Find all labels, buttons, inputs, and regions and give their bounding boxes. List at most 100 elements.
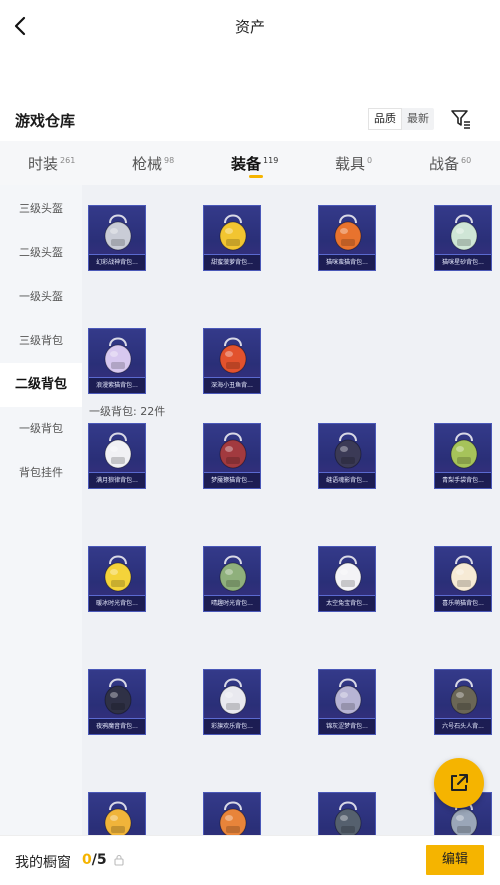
item-name: 缝语魂影背包...	[319, 472, 375, 488]
backpack-icon	[104, 337, 132, 374]
tab-vehicles[interactable]: 载具 0	[335, 153, 372, 174]
backpack-item-card[interactable]: 锦灰涩梦背包...	[318, 669, 376, 735]
active-tab-indicator	[249, 175, 263, 178]
bottom-bar: 我的橱窗 0/5 编辑	[0, 835, 500, 885]
backpack-item-card[interactable]: 青梨手袋背包...	[434, 423, 492, 489]
backpack-icon	[334, 432, 362, 469]
item-name: 满月狼律背包...	[89, 472, 145, 488]
showcase-count-current: 0	[82, 852, 92, 868]
tab-count: 261	[60, 156, 76, 165]
backpack-icon	[219, 678, 247, 715]
category-tabs: 时装 261 枪械 98 装备 119 载具 0 战备 60	[0, 141, 500, 185]
backpack-item-card[interactable]: 浪漫紫猫背包...	[88, 328, 146, 394]
backpack-icon	[104, 678, 132, 715]
tab-supplies[interactable]: 战备 60	[429, 153, 471, 174]
backpack-icon	[219, 801, 247, 835]
item-name: 浪漫紫猫背包...	[89, 377, 145, 393]
backpack-icon	[334, 678, 362, 715]
filter-button[interactable]	[450, 108, 472, 130]
backpack-item-card[interactable]	[88, 792, 146, 835]
sort-toggle: 品质 最新	[368, 108, 434, 130]
sidebar-item-backpack-lv2[interactable]: 二级背包	[0, 363, 82, 407]
backpack-icon	[334, 214, 362, 251]
showcase-count: 0/5	[82, 852, 107, 868]
tab-label: 枪械	[132, 155, 163, 173]
warehouse-title: 游戏仓库	[15, 112, 76, 130]
showcase-count-total: /5	[91, 852, 107, 868]
backpack-item-card[interactable]: 太空兔宝背包...	[318, 546, 376, 612]
backpack-icon	[219, 432, 247, 469]
backpack-icon	[450, 678, 478, 715]
tab-equipment[interactable]: 装备 119	[231, 153, 278, 178]
backpack-icon	[219, 337, 247, 374]
sidebar-item-helmet-lv3[interactable]: 三级头盔	[0, 187, 82, 231]
backpack-icon	[450, 432, 478, 469]
page-title: 资产	[234, 18, 265, 36]
sidebar-item-backpack-lv1[interactable]: 一级背包	[0, 407, 82, 451]
backpack-icon	[104, 432, 132, 469]
item-name: 太空兔宝背包...	[319, 595, 375, 611]
backpack-icon	[450, 214, 478, 251]
backpack-item-card[interactable]: 幻彩战神背包...	[88, 205, 146, 271]
sort-option-latest[interactable]: 最新	[402, 108, 434, 130]
backpack-item-card[interactable]: 甜蜜菠萝背包...	[203, 205, 261, 271]
item-name: 猫咪星砂背包...	[435, 254, 491, 270]
item-name: 暖冰时光背包...	[89, 595, 145, 611]
share-external-icon	[451, 774, 468, 791]
backpack-item-card[interactable]: 深海小丑鱼背...	[203, 328, 261, 394]
edit-button[interactable]: 编辑	[426, 845, 484, 875]
item-name: 六号石头人背...	[435, 718, 491, 734]
sort-option-quality[interactable]: 品质	[368, 108, 402, 130]
sidebar-item-backpack-lv3[interactable]: 三级背包	[0, 319, 82, 363]
backpack-icon	[334, 555, 362, 592]
item-name: 彩旗欢乐背包...	[204, 718, 260, 734]
showcase-label: 我的橱窗	[15, 855, 71, 871]
top-bar: 资产	[0, 0, 500, 52]
backpack-item-card[interactable]: 晴趣时光背包...	[203, 546, 261, 612]
tab-label: 载具	[335, 155, 366, 173]
backpack-icon	[334, 801, 362, 835]
section-label-backpack-lv1: 一级背包: 22件	[89, 405, 166, 418]
backpack-item-card[interactable]: 夜鸦魔音背包...	[88, 669, 146, 735]
backpack-item-card[interactable]: 缝语魂影背包...	[318, 423, 376, 489]
tab-count: 0	[367, 156, 373, 165]
item-name: 梦魇獠猫背包...	[204, 472, 260, 488]
backpack-icon	[104, 555, 132, 592]
tab-label: 装备	[231, 155, 262, 173]
tab-weapons[interactable]: 枪械 98	[132, 153, 174, 174]
tab-label: 战备	[429, 155, 460, 173]
item-name: 锦灰涩梦背包...	[319, 718, 375, 734]
tab-label: 时装	[28, 155, 59, 173]
item-name: 甜蜜菠萝背包...	[204, 254, 260, 270]
item-name: 晴趣时光背包...	[204, 595, 260, 611]
item-name: 青梨手袋背包...	[435, 472, 491, 488]
item-name: 猫咪蛮猫背包...	[319, 254, 375, 270]
backpack-item-card[interactable]: 六号石头人背...	[434, 669, 492, 735]
sidebar-item-backpack-charms[interactable]: 背包挂件	[0, 451, 82, 495]
backpack-item-card[interactable]: 暖冰时光背包...	[88, 546, 146, 612]
backpack-icon	[450, 555, 478, 592]
lock-icon	[114, 854, 124, 866]
backpack-item-card[interactable]: 喜乐萌猫背包...	[434, 546, 492, 612]
backpack-item-card[interactable]: 梦魇獠猫背包...	[203, 423, 261, 489]
sidebar-item-helmet-lv1[interactable]: 一级头盔	[0, 275, 82, 319]
item-name: 夜鸦魔音背包...	[89, 718, 145, 734]
backpack-item-card[interactable]: 猫咪星砂背包...	[434, 205, 492, 271]
backpack-icon	[104, 214, 132, 251]
tab-count: 98	[164, 156, 175, 165]
backpack-item-card[interactable]: 猫咪蛮猫背包...	[318, 205, 376, 271]
tab-fashion[interactable]: 时装 261	[28, 153, 75, 174]
share-button[interactable]	[434, 758, 484, 808]
backpack-item-card[interactable]: 满月狼律背包...	[88, 423, 146, 489]
item-name: 喜乐萌猫背包...	[435, 595, 491, 611]
item-grid[interactable]: 幻彩战神背包... 甜蜜菠萝背包... 猫咪蛮猫背包... 猫咪星砂背包... 浪漫紫猫…	[82, 185, 500, 835]
sidebar-item-helmet-lv2[interactable]: 二级头盔	[0, 231, 82, 275]
backpack-icon	[219, 555, 247, 592]
backpack-icon	[219, 214, 247, 251]
item-name: 幻彩战神背包...	[89, 254, 145, 270]
backpack-item-card[interactable]	[318, 792, 376, 835]
backpack-item-card[interactable]: 彩旗欢乐背包...	[203, 669, 261, 735]
backpack-icon	[104, 801, 132, 835]
item-name: 深海小丑鱼背...	[204, 377, 260, 393]
backpack-item-card[interactable]	[203, 792, 261, 835]
